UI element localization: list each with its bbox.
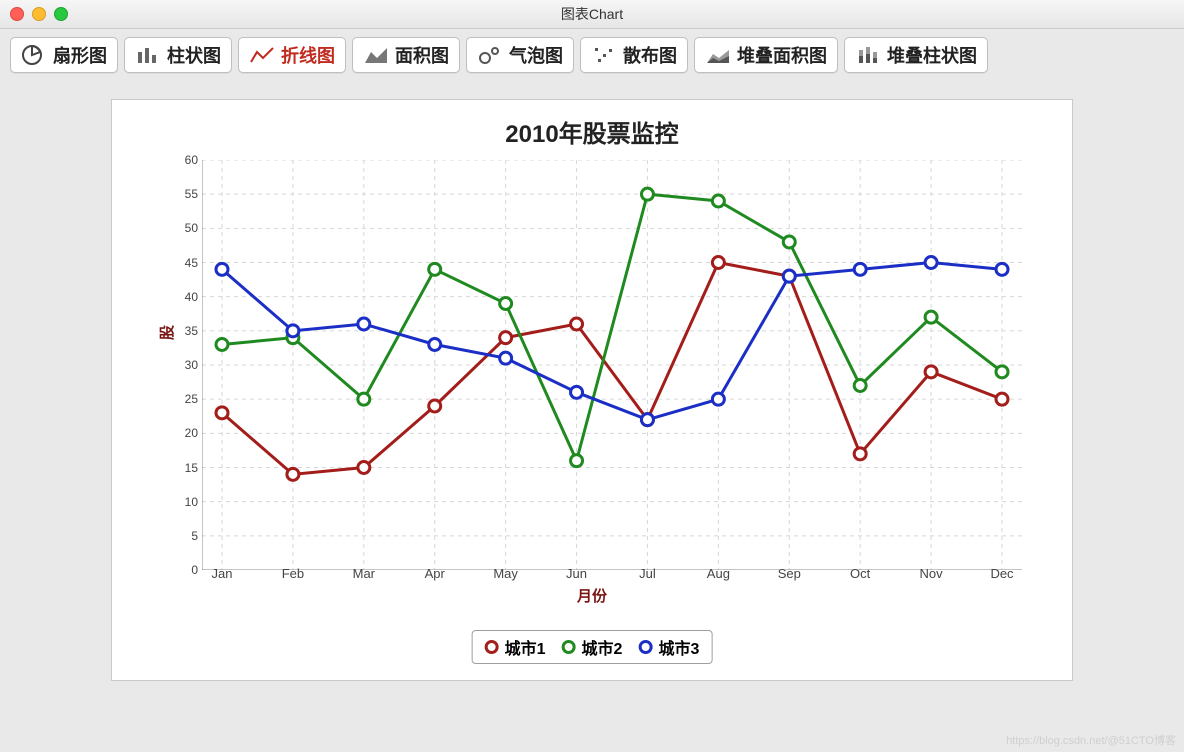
legend-item: 城市1 bbox=[485, 635, 546, 659]
legend-swatch-icon bbox=[638, 640, 652, 654]
y-tick: 5 bbox=[191, 529, 198, 543]
minimize-icon[interactable] bbox=[32, 7, 46, 21]
chart-title: 2010年股票监控 bbox=[112, 100, 1072, 149]
stacked-area-chart-icon bbox=[705, 44, 731, 66]
legend-swatch-icon bbox=[485, 640, 499, 654]
bubble-chart-icon bbox=[477, 44, 503, 66]
close-icon[interactable] bbox=[10, 7, 24, 21]
area-chart-icon bbox=[363, 44, 389, 66]
y-axis-ticks: 051015202530354045505560 bbox=[162, 160, 198, 570]
x-tick: Mar bbox=[353, 566, 375, 581]
bar-chart-icon bbox=[135, 44, 161, 66]
tab-label: 堆叠柱状图 bbox=[887, 42, 977, 68]
x-tick: Apr bbox=[425, 566, 445, 581]
tab-label: 柱状图 bbox=[167, 42, 221, 68]
x-tick: Oct bbox=[850, 566, 870, 581]
line-chart-icon bbox=[249, 44, 275, 66]
legend-label: 城市1 bbox=[505, 635, 546, 659]
y-tick: 30 bbox=[185, 358, 198, 372]
chart-type-toolbar: 扇形图 柱状图 折线图 面积图 气泡图 bbox=[0, 29, 1184, 81]
tab-label: 散布图 bbox=[623, 42, 677, 68]
chart-panel: 2010年股票监控 股 051015202530354045505560 Jan… bbox=[111, 99, 1073, 681]
tab-label: 堆叠面积图 bbox=[737, 42, 827, 68]
y-tick: 10 bbox=[185, 495, 198, 509]
tab-label: 扇形图 bbox=[53, 42, 107, 68]
x-tick: Dec bbox=[990, 566, 1013, 581]
tab-bubble[interactable]: 气泡图 bbox=[466, 37, 574, 73]
tab-stacked-area[interactable]: 堆叠面积图 bbox=[694, 37, 838, 73]
x-axis-label: 月份 bbox=[112, 585, 1072, 606]
tab-pie[interactable]: 扇形图 bbox=[10, 37, 118, 73]
legend-swatch-icon bbox=[562, 640, 576, 654]
x-tick: Feb bbox=[282, 566, 304, 581]
y-tick: 0 bbox=[191, 563, 198, 577]
legend-item: 城市2 bbox=[562, 635, 623, 659]
tab-bar[interactable]: 柱状图 bbox=[124, 37, 232, 73]
x-axis-ticks: Jan Feb Mar Apr May Jun Jul Aug Sep Oct Nov Dec bbox=[202, 566, 1022, 584]
y-tick: 15 bbox=[185, 461, 198, 475]
legend-label: 城市3 bbox=[658, 635, 699, 659]
y-tick: 25 bbox=[185, 392, 198, 406]
y-tick: 20 bbox=[185, 426, 198, 440]
x-tick: Nov bbox=[920, 566, 943, 581]
tab-label: 面积图 bbox=[395, 42, 449, 68]
plot-area bbox=[202, 160, 1022, 570]
tab-label: 折线图 bbox=[281, 42, 335, 68]
legend-item: 城市3 bbox=[638, 635, 699, 659]
y-tick: 60 bbox=[185, 153, 198, 167]
pie-chart-icon bbox=[21, 44, 47, 66]
maximize-icon[interactable] bbox=[54, 7, 68, 21]
scatter-chart-icon bbox=[591, 44, 617, 66]
tab-scatter[interactable]: 散布图 bbox=[580, 37, 688, 73]
y-tick: 40 bbox=[185, 290, 198, 304]
tab-stacked-bar[interactable]: 堆叠柱状图 bbox=[844, 37, 988, 73]
tab-area[interactable]: 面积图 bbox=[352, 37, 460, 73]
window-title: 图表Chart bbox=[561, 6, 623, 22]
x-tick: Jan bbox=[212, 566, 233, 581]
x-tick: Jul bbox=[639, 566, 656, 581]
y-tick: 50 bbox=[185, 221, 198, 235]
legend: 城市1 城市2 城市3 bbox=[472, 630, 713, 664]
x-tick: Sep bbox=[778, 566, 801, 581]
window-controls bbox=[10, 7, 68, 21]
tab-label: 气泡图 bbox=[509, 42, 563, 68]
titlebar: 图表Chart bbox=[0, 0, 1184, 29]
stacked-bar-chart-icon bbox=[855, 44, 881, 66]
y-tick: 55 bbox=[185, 187, 198, 201]
tab-line[interactable]: 折线图 bbox=[238, 37, 346, 73]
x-tick: Aug bbox=[707, 566, 730, 581]
x-tick: Jun bbox=[566, 566, 587, 581]
legend-label: 城市2 bbox=[582, 635, 623, 659]
y-tick: 45 bbox=[185, 256, 198, 270]
app-window: 图表Chart 扇形图 柱状图 折线图 面积图 bbox=[0, 0, 1184, 752]
y-tick: 35 bbox=[185, 324, 198, 338]
x-tick: May bbox=[493, 566, 518, 581]
watermark: https://blog.csdn.net/@51CTO博客 bbox=[1006, 732, 1176, 748]
